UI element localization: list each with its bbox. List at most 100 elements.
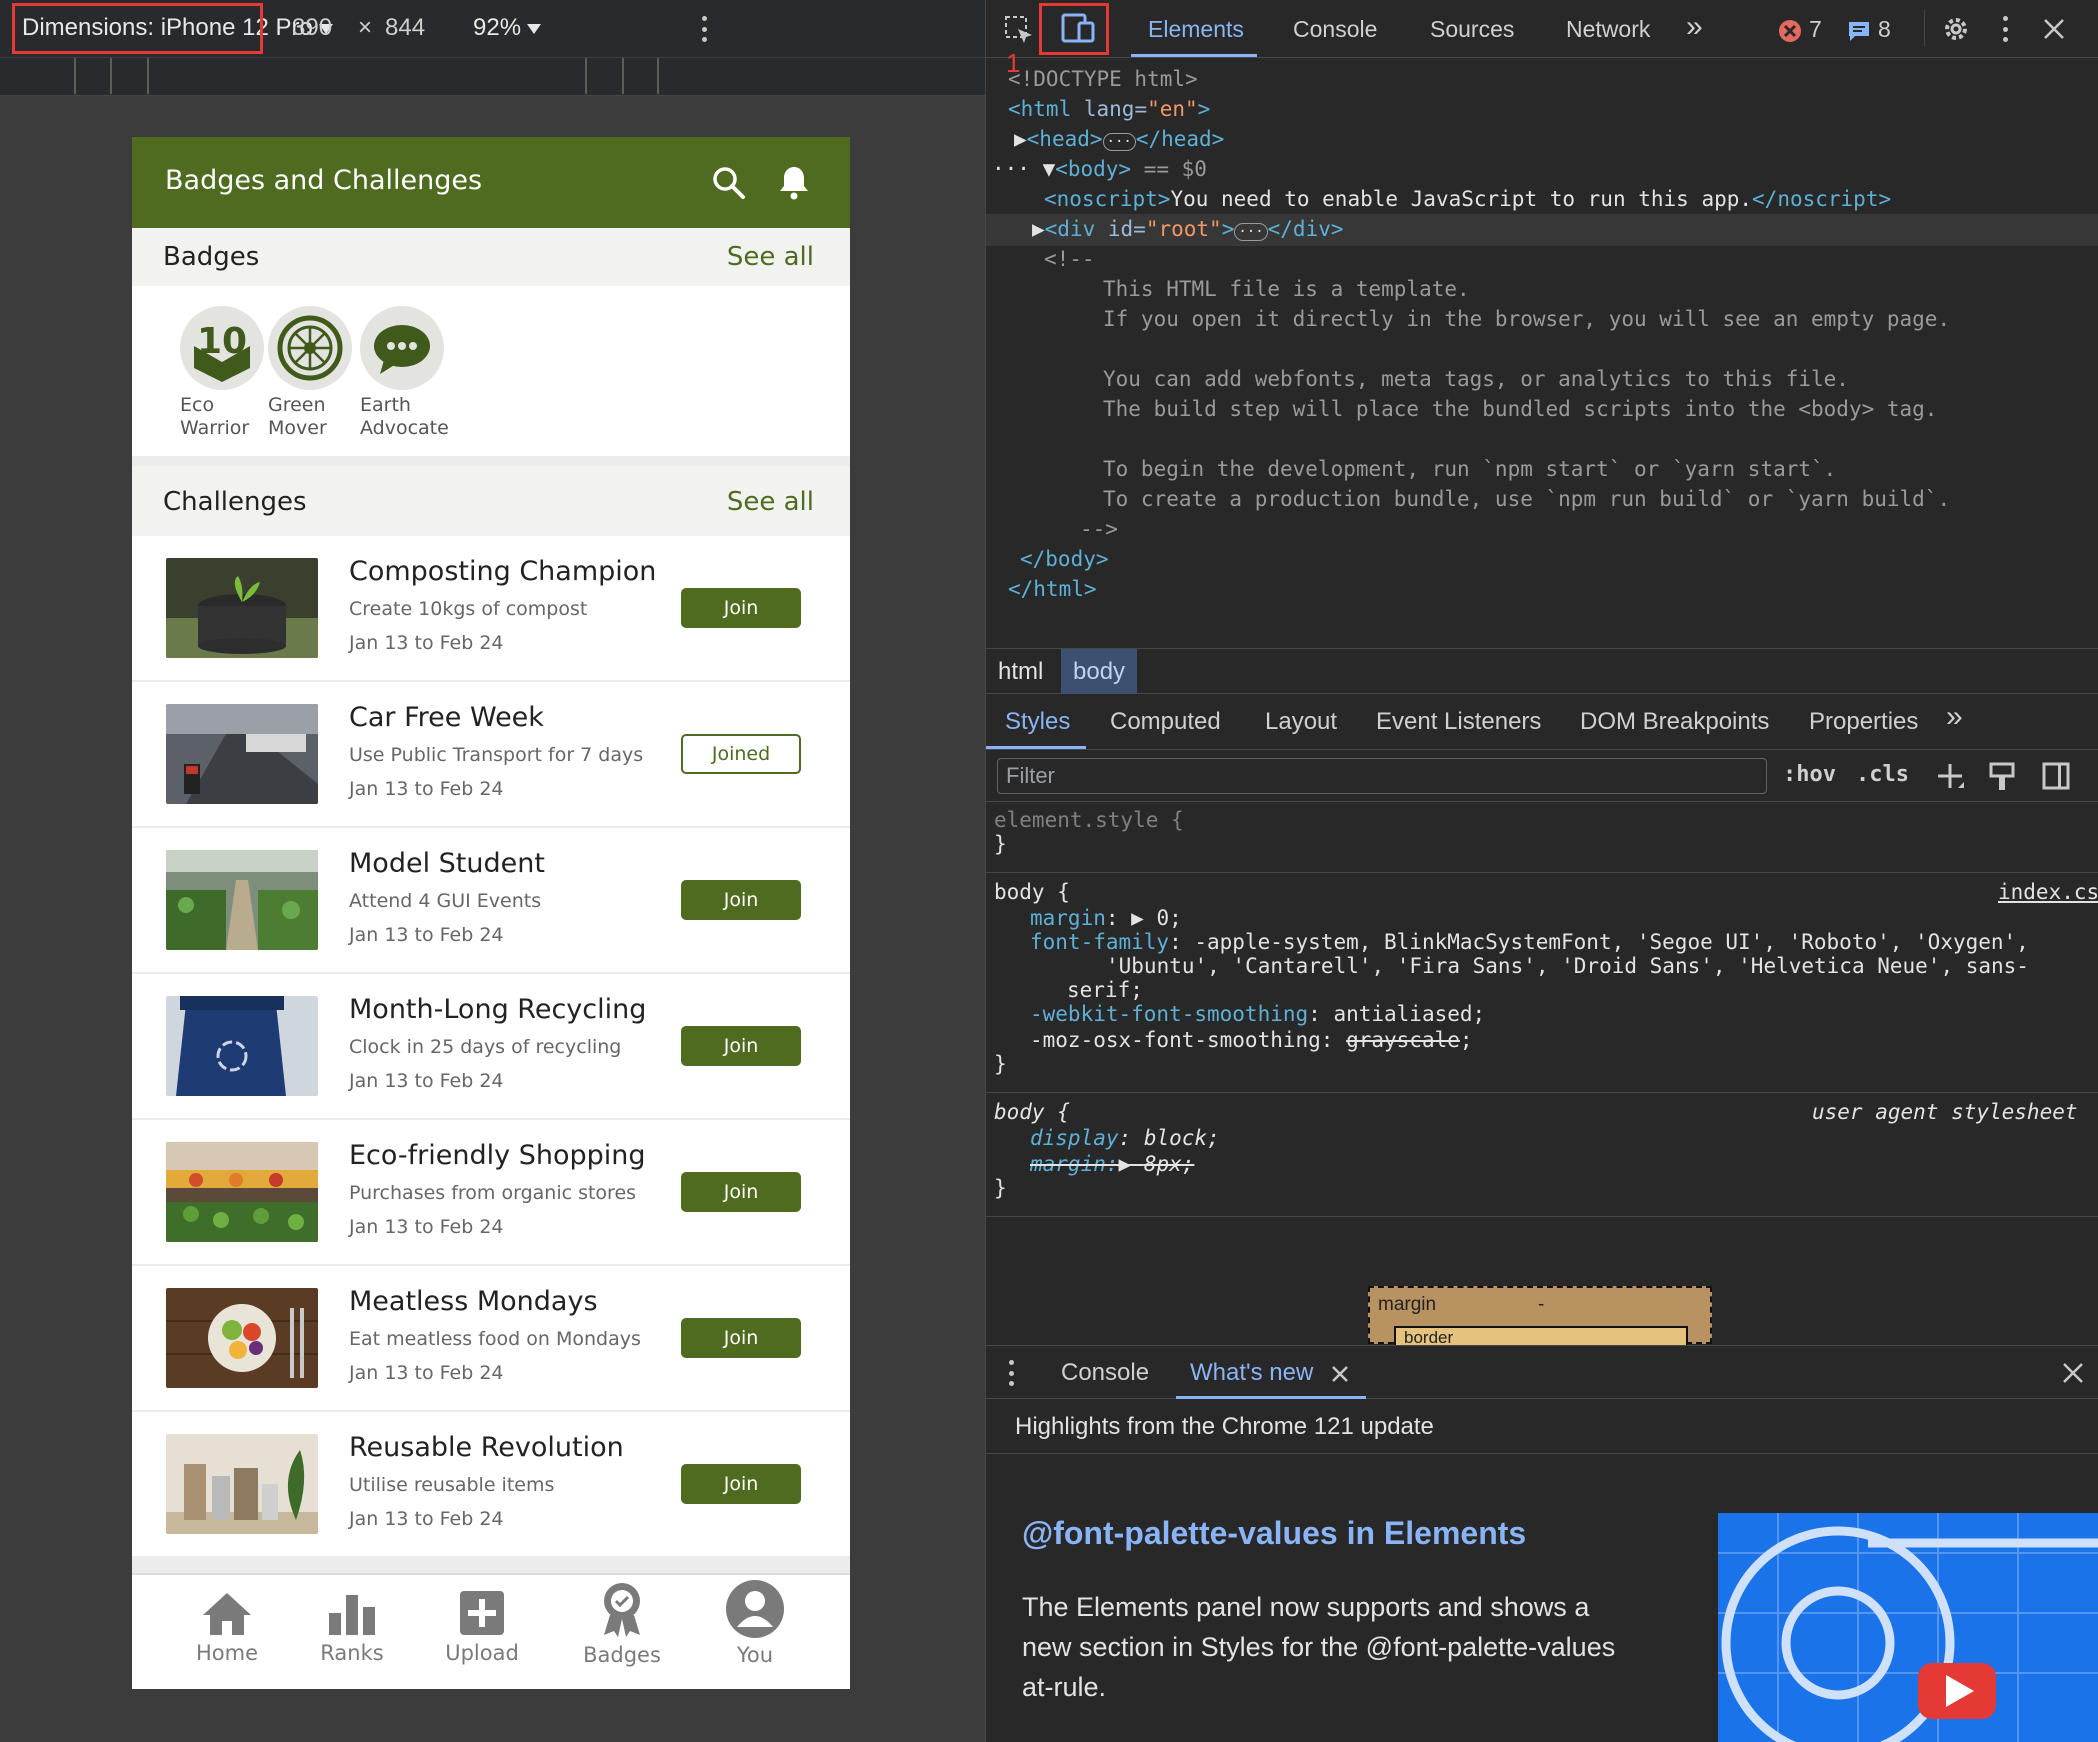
more-options-icon[interactable]	[2002, 16, 2008, 42]
challenge-name: Meatless Mondays	[349, 1286, 598, 1317]
paint-brush-icon[interactable]	[1988, 762, 2016, 792]
zoom-select[interactable]: 92%	[473, 14, 542, 42]
challenge-thumbnail	[166, 1142, 318, 1242]
more-tabs-icon[interactable]: »	[1946, 700, 1963, 734]
challenges-see-all-link[interactable]: See all	[727, 487, 814, 517]
chat-bubble-icon	[360, 306, 444, 390]
nav-badges[interactable]: Badges	[572, 1583, 672, 1667]
inspect-element-icon[interactable]	[1004, 15, 1034, 45]
join-button[interactable]: Join	[681, 588, 801, 628]
drawer-tab-whats-new[interactable]: What's new	[1190, 1359, 1313, 1387]
bar-chart-icon	[329, 1595, 375, 1635]
code-line[interactable]: <noscript>You need to enable JavaScript …	[1044, 184, 1891, 215]
devtools-tabbar: 1 Elements Console Sources Network » 7 8	[986, 0, 2098, 78]
add-box-icon	[460, 1591, 504, 1635]
rule-selector[interactable]: body {	[994, 1100, 1070, 1124]
error-icon[interactable]	[1778, 19, 1802, 43]
tab-event-listeners[interactable]: Event Listeners	[1376, 708, 1541, 736]
challenges-header: Challenges See all	[132, 466, 850, 536]
width-input[interactable]: 390	[292, 14, 332, 42]
drawer-menu-icon[interactable]	[1008, 1360, 1014, 1386]
styles-filter-bar: Filter :hov .cls	[986, 750, 2098, 802]
css-declaration[interactable]: margin: ▶ 0;	[1030, 906, 1182, 930]
code-line[interactable]: ▶<head> ··· </head>	[1014, 124, 1224, 158]
join-button[interactable]: Join	[681, 1172, 801, 1212]
challenge-date: Jan 13 to Feb 24	[349, 632, 504, 654]
rule-selector[interactable]: element.style {	[994, 808, 1184, 832]
joined-button[interactable]: Joined	[681, 734, 801, 774]
tab-styles[interactable]: Styles	[1005, 708, 1070, 736]
nav-you[interactable]: You	[705, 1580, 805, 1667]
join-button[interactable]: Join	[681, 880, 801, 920]
tab-network[interactable]: Network	[1566, 16, 1650, 43]
challenge-name: Reusable Revolution	[349, 1432, 624, 1463]
tab-sources[interactable]: Sources	[1430, 16, 1514, 43]
challenge-thumbnail	[166, 1288, 318, 1388]
css-declaration-overridden[interactable]: margin:▶ 8px;	[1030, 1152, 1194, 1176]
join-button[interactable]: Join	[681, 1464, 801, 1504]
tab-console[interactable]: Console	[1293, 16, 1377, 43]
css-declaration[interactable]: font-family: -apple-system, BlinkMacSyst…	[1030, 930, 2029, 954]
rule-selector[interactable]: body {	[994, 880, 1070, 904]
code-line[interactable]: </body>	[1020, 544, 1109, 575]
sidebar-toggle-icon[interactable]	[2042, 762, 2070, 790]
box-model-margin-value: -	[1538, 1294, 1545, 1315]
stylesheet-link[interactable]: index.css:1	[1998, 880, 2098, 904]
more-tabs-icon[interactable]: »	[1686, 10, 1703, 44]
feature-description: The Elements panel now supports and show…	[1022, 1592, 1616, 1702]
section-divider	[132, 1558, 850, 1573]
bell-icon[interactable]	[778, 164, 810, 200]
css-declaration[interactable]: display: block;	[1030, 1126, 1220, 1150]
more-options-icon[interactable]	[701, 16, 707, 42]
badge-earth-advocate[interactable]: Earth Advocate	[342, 306, 462, 440]
breadcrumb-html[interactable]: html	[986, 649, 1055, 694]
message-icon[interactable]	[1847, 19, 1871, 43]
challenge-description: Purchases from organic stores	[349, 1182, 637, 1204]
code-line[interactable]: <!--	[1044, 244, 1095, 275]
tab-elements[interactable]: Elements	[1148, 16, 1244, 43]
close-tab-icon[interactable]	[1331, 1365, 1349, 1383]
video-thumbnail[interactable]	[1718, 1513, 2098, 1742]
bottom-navigation: Home Ranks Upload Badges You	[132, 1573, 850, 1689]
challenge-name: Month-Long Recycling	[349, 994, 647, 1025]
code-line[interactable]: <html lang="en">	[1008, 94, 1210, 125]
nav-upload[interactable]: Upload	[432, 1589, 532, 1665]
nav-label: You	[736, 1643, 774, 1667]
challenge-date: Jan 13 to Feb 24	[349, 1362, 504, 1384]
feature-title-link[interactable]: @font-palette-values in Elements	[1022, 1515, 1526, 1552]
search-icon[interactable]	[712, 166, 746, 200]
css-declaration[interactable]: -webkit-font-smoothing: antialiased;	[1030, 1002, 1485, 1026]
breadcrumb-body[interactable]: body	[1061, 649, 1138, 694]
gear-icon[interactable]	[1941, 14, 1971, 44]
height-input[interactable]: 844	[385, 14, 425, 42]
page-title: Badges and Challenges	[165, 165, 483, 196]
join-button[interactable]: Join	[681, 1318, 801, 1358]
code-line[interactable]: <!DOCTYPE html>	[1008, 64, 1198, 95]
nav-home[interactable]: Home	[177, 1589, 277, 1665]
code-line[interactable]: ▶<div id="root"> ··· </div>	[1032, 214, 1344, 248]
join-button[interactable]: Join	[681, 1026, 801, 1066]
css-declaration-inactive[interactable]: -moz-osx-font-smoothing: grayscale;	[1030, 1028, 1473, 1052]
cls-toggle[interactable]: .cls	[1856, 762, 1909, 787]
add-rule-icon[interactable]	[1936, 762, 1966, 792]
code-line[interactable]: </html>	[1008, 574, 1097, 605]
badge-number: 10	[197, 321, 247, 362]
tab-computed[interactable]: Computed	[1110, 708, 1221, 736]
close-drawer-icon[interactable]	[2062, 1362, 2084, 1384]
nav-ranks[interactable]: Ranks	[302, 1589, 402, 1665]
badges-list: 10 Eco Warrior Green Mover Earth Advocat…	[132, 286, 850, 456]
challenge-date: Jan 13 to Feb 24	[349, 1508, 504, 1530]
tab-dom-breakpoints[interactable]: DOM Breakpoints	[1580, 708, 1769, 736]
filter-input[interactable]: Filter	[997, 758, 1767, 794]
ua-stylesheet-label: user agent stylesheet	[1812, 1100, 2078, 1124]
close-icon[interactable]	[2042, 17, 2066, 41]
rule-brace: }	[994, 1176, 1007, 1200]
code-line[interactable]: ··· ▼<body> == $0	[992, 154, 1207, 185]
drawer-tabbar: Console What's new	[986, 1345, 2098, 1399]
tab-layout[interactable]: Layout	[1265, 708, 1337, 736]
badges-see-all-link[interactable]: See all	[727, 242, 814, 272]
drawer-tab-console[interactable]: Console	[1061, 1359, 1149, 1387]
code-line: The build step will place the bundled sc…	[1103, 397, 1938, 421]
hov-toggle[interactable]: :hov	[1783, 762, 1836, 787]
tab-properties[interactable]: Properties	[1809, 708, 1918, 736]
